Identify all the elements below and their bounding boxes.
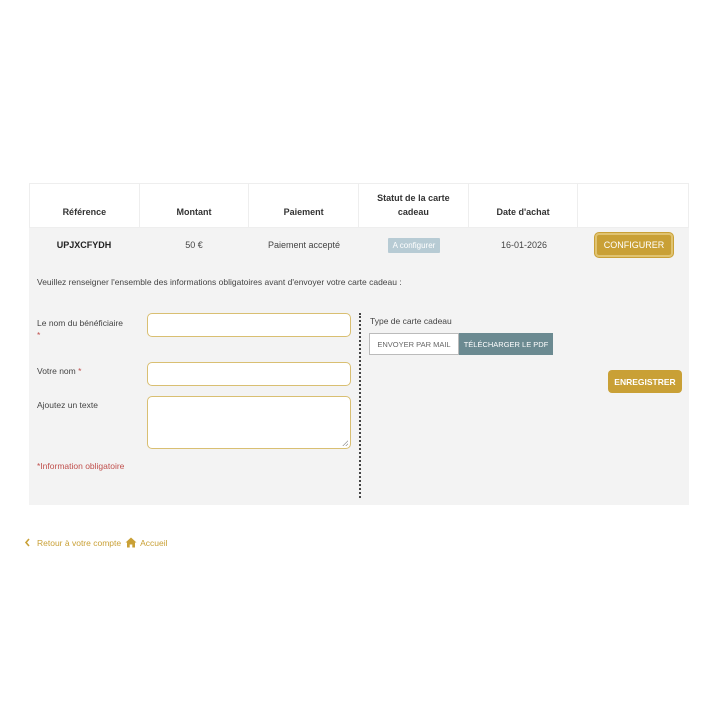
back-link-label: Retour à votre compte — [37, 537, 122, 548]
home-link-label: Accueil — [140, 537, 168, 548]
header-amount: Montant — [140, 184, 250, 227]
required-note: *Information obligatoire — [37, 461, 125, 471]
header-date: Date d'achat — [469, 184, 579, 227]
text-label: Ajoutez un texte — [37, 400, 98, 410]
home-icon — [125, 537, 137, 548]
footer-nav: Retour à votre compte Accueil — [24, 537, 168, 548]
your-name-required-mark: * — [78, 366, 82, 376]
cell-payment: Paiement accepté — [267, 240, 341, 250]
configure-button[interactable]: CONFIGURER — [594, 233, 674, 257]
form-notice: Veuillez renseigner l'ensemble des infor… — [37, 277, 402, 287]
home-link[interactable]: Accueil — [125, 537, 168, 548]
your-name-label-text: Votre nom — [37, 366, 76, 376]
chevron-left-icon — [24, 538, 30, 547]
your-name-input[interactable] — [147, 362, 351, 386]
back-link[interactable]: Retour à votre compte — [24, 538, 121, 548]
header-action — [578, 184, 688, 227]
beneficiary-input[interactable] — [147, 313, 351, 337]
message-textarea[interactable] — [147, 396, 351, 449]
cell-status: A configurer — [359, 232, 469, 258]
header-reference: Référence — [30, 184, 140, 227]
card-type-label: Type de carte cadeau — [370, 316, 452, 326]
header-status: Statut de la carte cadeau — [359, 184, 469, 227]
cell-date: 16-01-2026 — [500, 240, 548, 250]
save-button[interactable]: ENREGISTRER — [608, 370, 682, 393]
status-badge: A configurer — [387, 237, 441, 253]
cell-action: CONFIGURER — [579, 232, 689, 258]
beneficiary-label-text: Le nom du bénéficiaire — [37, 318, 124, 328]
cell-reference: UPJXCFYDH — [56, 240, 112, 250]
your-name-label: Votre nom * — [37, 365, 81, 377]
section-divider — [359, 313, 361, 498]
beneficiary-label: Le nom du bénéficiaire * — [37, 317, 123, 341]
header-payment: Paiement — [249, 184, 359, 227]
cell-amount: 50 € — [185, 240, 203, 250]
beneficiary-required-mark: * — [37, 330, 41, 340]
resize-handle-icon[interactable] — [342, 440, 348, 446]
send-by-mail-option[interactable]: ENVOYER PAR MAIL — [369, 333, 459, 355]
table-header: Référence Montant Paiement Statut de la … — [29, 183, 689, 228]
download-pdf-option[interactable]: TÉLÉCHARGER LE PDF — [459, 333, 553, 355]
table-row: UPJXCFYDH 50 € Paiement accepté A config… — [29, 232, 689, 258]
